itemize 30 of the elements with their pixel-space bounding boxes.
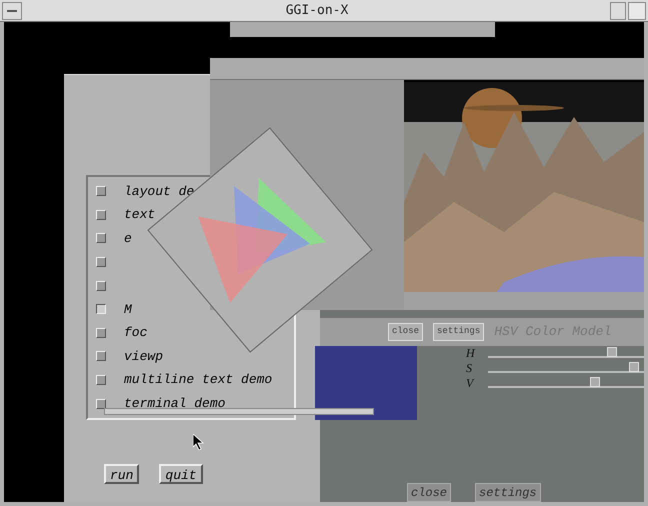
slider-label: V [466, 374, 476, 392]
horizontal-scrollbar[interactable] [104, 408, 374, 415]
toolbar-button[interactable]: settings [433, 323, 484, 341]
demo-label: foc [124, 324, 148, 342]
slider-thumb[interactable] [590, 377, 600, 387]
window-title: GGI-on-X [284, 2, 350, 20]
demo-button[interactable]: run [104, 464, 140, 484]
demo-label: terminal demo [124, 394, 226, 413]
demo-button[interactable]: quit [159, 464, 203, 484]
slider-thumb[interactable] [607, 347, 618, 357]
slider-track[interactable] [488, 362, 644, 373]
toolbar-button[interactable]: close [388, 323, 424, 341]
mouse-pointer-icon [193, 434, 204, 450]
demo-label: multiline text demo [124, 371, 272, 390]
demo-label: text [124, 206, 156, 224]
slider-track[interactable] [488, 347, 644, 358]
slider-track[interactable] [488, 377, 644, 388]
demo-label: e [124, 230, 132, 248]
demo-label: viewp [124, 348, 164, 366]
minus-icon [7, 10, 17, 12]
footer-button[interactable]: settings [475, 483, 541, 502]
demo-label: M [124, 300, 132, 319]
slider-thumb[interactable] [629, 362, 640, 372]
footer-button[interactable]: close [407, 483, 452, 502]
slider-label: S [466, 360, 473, 376]
maximize-button[interactable] [628, 2, 646, 20]
minimize-button[interactable] [610, 2, 626, 20]
checkbox[interactable] [96, 304, 106, 314]
slider-label: H [466, 344, 476, 362]
window-menu-button[interactable] [2, 2, 22, 20]
